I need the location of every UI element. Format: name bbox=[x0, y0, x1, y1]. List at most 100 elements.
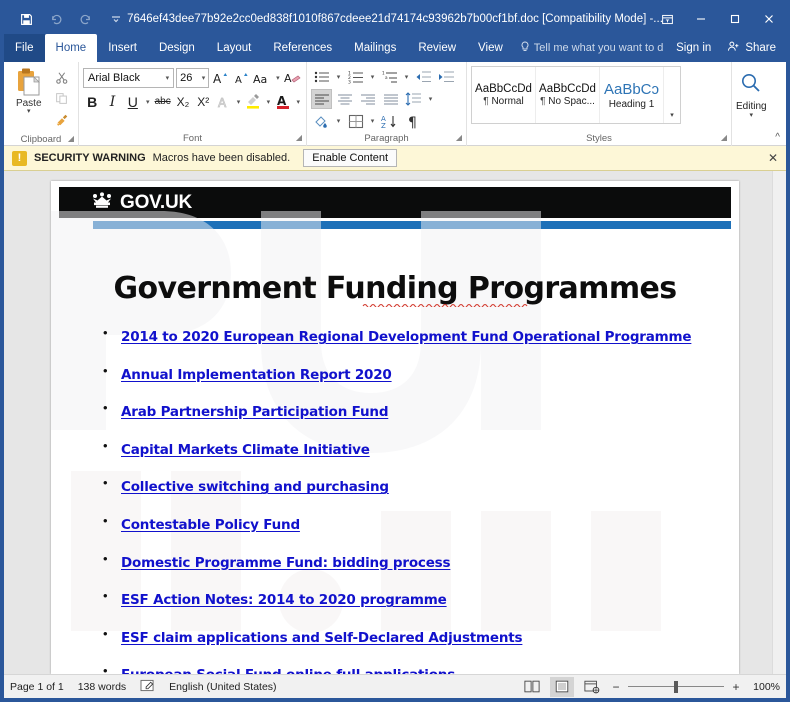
paste-button[interactable]: Paste ▾ bbox=[8, 65, 49, 132]
close-icon[interactable] bbox=[752, 4, 786, 34]
clipboard-dialog-launcher[interactable]: ◢ bbox=[68, 131, 74, 146]
vertical-scrollbar[interactable] bbox=[772, 171, 786, 674]
styles-dialog-launcher[interactable]: ◢ bbox=[721, 130, 727, 145]
chevron-down-icon[interactable]: ▾ bbox=[166, 74, 170, 82]
style-no-spacing[interactable]: AaBbCcDd ¶ No Spac... bbox=[536, 67, 600, 123]
chevron-down-icon[interactable]: ▾ bbox=[334, 73, 343, 81]
document-link[interactable]: Annual Implementation Report 2020 bbox=[121, 367, 392, 383]
web-layout-icon[interactable] bbox=[580, 677, 604, 697]
chevron-down-icon[interactable]: ▾ bbox=[27, 108, 31, 115]
zoom-slider[interactable] bbox=[628, 677, 724, 697]
enable-content-button[interactable]: Enable Content bbox=[303, 149, 398, 167]
change-case-icon[interactable]: Aa bbox=[252, 67, 272, 88]
zoom-thumb[interactable] bbox=[674, 680, 678, 693]
scissors-icon[interactable] bbox=[51, 67, 73, 88]
increase-indent-icon[interactable] bbox=[436, 67, 457, 87]
bullet-list-icon[interactable] bbox=[311, 67, 332, 87]
font-color-icon[interactable]: A bbox=[274, 91, 292, 112]
tab-mailings[interactable]: Mailings bbox=[343, 34, 407, 62]
sign-in-button[interactable]: Sign in bbox=[668, 42, 719, 54]
zoom-level[interactable]: 100% bbox=[748, 681, 780, 693]
chevron-down-icon[interactable]: ▾ bbox=[368, 117, 377, 125]
zoom-out-button[interactable]: − bbox=[610, 680, 622, 694]
superscript-button[interactable]: X² bbox=[194, 91, 212, 112]
font-name-input[interactable]: Arial Black ▾ bbox=[83, 67, 175, 88]
document-link[interactable]: Domestic Programme Fund: bidding process bbox=[121, 555, 451, 571]
clear-formatting-icon[interactable]: A bbox=[284, 67, 302, 88]
chevron-down-icon[interactable]: ▾ bbox=[402, 73, 411, 81]
tab-home[interactable]: Home bbox=[44, 34, 98, 62]
numbered-list-icon[interactable]: 123 bbox=[345, 67, 366, 87]
ribbon-display-icon[interactable] bbox=[650, 4, 684, 34]
chevron-down-icon[interactable]: ▾ bbox=[294, 98, 302, 106]
align-left-icon[interactable] bbox=[311, 89, 332, 109]
chevron-down-icon[interactable]: ▾ bbox=[426, 95, 435, 103]
tab-file[interactable]: File bbox=[4, 34, 45, 62]
chevron-down-icon[interactable]: ▾ bbox=[750, 112, 754, 119]
font-dialog-launcher[interactable]: ◢ bbox=[296, 130, 302, 145]
tell-me-search[interactable]: Tell me what you want to d bbox=[520, 34, 663, 62]
document-link[interactable]: 2014 to 2020 European Regional Developme… bbox=[121, 329, 692, 345]
decrease-indent-icon[interactable] bbox=[413, 67, 434, 87]
paintbrush-icon[interactable] bbox=[51, 109, 73, 130]
minimize-icon[interactable] bbox=[684, 4, 718, 34]
shrink-font-icon[interactable]: A bbox=[232, 67, 250, 88]
copy-icon[interactable] bbox=[51, 88, 73, 109]
chevron-down-icon[interactable]: ▾ bbox=[368, 73, 377, 81]
redo-icon[interactable] bbox=[72, 7, 100, 31]
chevron-down-icon[interactable]: ▾ bbox=[274, 74, 282, 82]
document-link[interactable]: European Social Fund online full applica… bbox=[121, 667, 455, 674]
undo-icon[interactable] bbox=[42, 7, 70, 31]
share-button[interactable]: Share bbox=[719, 34, 786, 62]
chevron-up-icon[interactable]: ^ bbox=[775, 132, 780, 143]
style-normal[interactable]: AaBbCcDd ¶ Normal bbox=[472, 67, 536, 123]
document-link[interactable]: Collective switching and purchasing bbox=[121, 479, 389, 495]
grow-font-icon[interactable]: A bbox=[211, 67, 229, 88]
chevron-down-icon[interactable]: ▾ bbox=[202, 74, 206, 82]
tab-insert[interactable]: Insert bbox=[97, 34, 148, 62]
tab-view[interactable]: View bbox=[467, 34, 514, 62]
tab-design[interactable]: Design bbox=[148, 34, 206, 62]
restore-icon[interactable] bbox=[718, 4, 752, 34]
tab-review[interactable]: Review bbox=[407, 34, 467, 62]
language-indicator[interactable]: English (United States) bbox=[169, 681, 276, 693]
chevron-down-icon[interactable]: ▾ bbox=[334, 117, 343, 125]
chevron-down-icon[interactable] bbox=[102, 7, 130, 31]
document-link[interactable]: Arab Partnership Participation Fund bbox=[121, 404, 388, 420]
print-layout-icon[interactable] bbox=[550, 676, 574, 697]
shading-icon[interactable] bbox=[311, 111, 332, 131]
document-link[interactable]: ESF Action Notes: 2014 to 2020 programme bbox=[121, 592, 447, 608]
sort-icon[interactable]: AZ bbox=[379, 111, 400, 131]
tab-references[interactable]: References bbox=[262, 34, 343, 62]
styles-more-button[interactable]: ▾ bbox=[664, 67, 680, 123]
chevron-down-icon[interactable]: ▾ bbox=[235, 98, 243, 106]
line-spacing-icon[interactable] bbox=[403, 89, 424, 109]
multilevel-list-icon[interactable]: 1a bbox=[379, 67, 400, 87]
style-heading-1[interactable]: AaBbCɔ Heading 1 bbox=[600, 67, 664, 123]
page-count[interactable]: Page 1 of 1 bbox=[10, 681, 64, 693]
zoom-in-button[interactable]: + bbox=[730, 680, 742, 694]
chevron-down-icon[interactable]: ▾ bbox=[265, 98, 273, 106]
font-size-input[interactable]: 26 ▾ bbox=[176, 67, 210, 88]
borders-icon[interactable] bbox=[345, 111, 366, 131]
bold-button[interactable]: B bbox=[83, 91, 101, 112]
close-icon[interactable]: ✕ bbox=[768, 151, 778, 165]
underline-button[interactable]: U bbox=[124, 91, 142, 112]
italic-button[interactable]: I bbox=[103, 91, 121, 112]
text-effects-icon[interactable]: A bbox=[214, 91, 232, 112]
chevron-down-icon[interactable]: ▾ bbox=[144, 98, 152, 106]
read-mode-icon[interactable] bbox=[520, 677, 544, 697]
tab-layout[interactable]: Layout bbox=[206, 34, 263, 62]
document-link[interactable]: Contestable Policy Fund bbox=[121, 517, 300, 533]
highlight-icon[interactable] bbox=[244, 91, 262, 112]
pilcrow-icon[interactable]: ¶ bbox=[402, 111, 423, 131]
document-link[interactable]: ESF claim applications and Self-Declared… bbox=[121, 630, 523, 646]
document-link[interactable]: Capital Markets Climate Initiative bbox=[121, 442, 370, 458]
align-right-icon[interactable] bbox=[357, 89, 378, 109]
strikethrough-button[interactable]: abc bbox=[153, 91, 171, 112]
word-count[interactable]: 138 words bbox=[78, 681, 126, 693]
save-icon[interactable] bbox=[12, 7, 40, 31]
proofing-errors-icon[interactable] bbox=[140, 679, 155, 695]
editing-button[interactable]: Editing ▾ bbox=[736, 65, 767, 131]
subscript-button[interactable]: X₂ bbox=[174, 91, 192, 112]
